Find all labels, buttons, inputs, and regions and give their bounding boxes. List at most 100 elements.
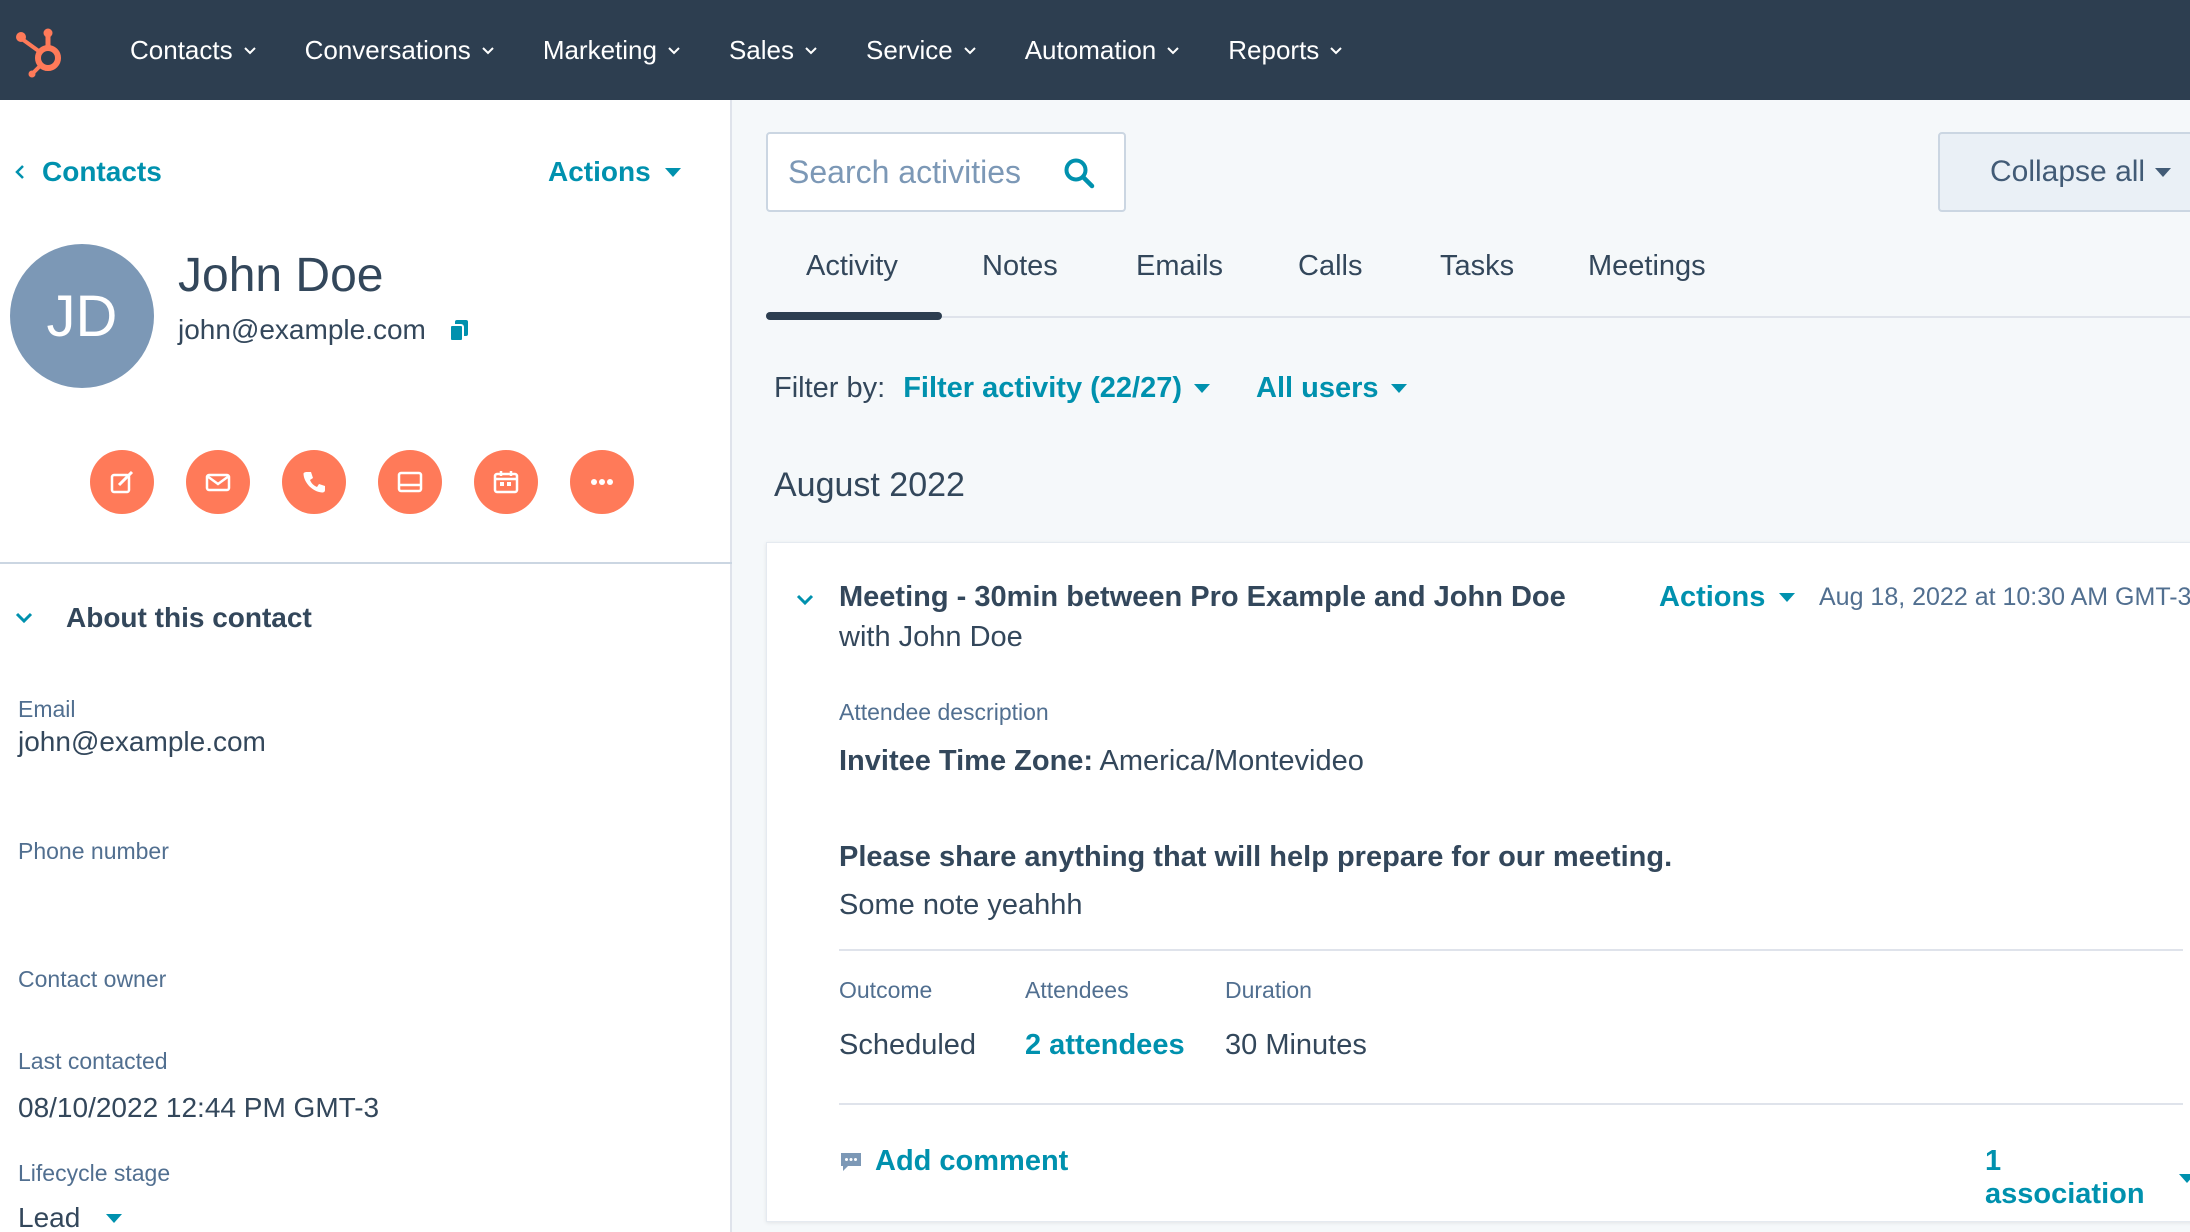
chevron-down-icon [668,47,680,55]
search-icon[interactable] [1062,156,1096,190]
chevron-down-icon [964,47,976,55]
duration-value[interactable]: 30 Minutes [1225,1029,1367,1062]
caret-down-icon [2155,167,2172,177]
card-actions-label: Actions [1659,581,1766,613]
avatar-initials: JD [46,283,118,349]
log-activity-button[interactable] [378,450,442,514]
nav-service[interactable]: Service [866,35,977,66]
prep-question: Please share anything that will help pre… [839,841,1673,873]
nav-marketing[interactable]: Marketing [543,35,681,66]
tab-activity[interactable]: Activity [806,250,898,283]
nav-label: Contacts [130,34,233,65]
nav-conversations[interactable]: Conversations [305,35,495,66]
timezone-value: America/Montevideo [1099,745,1364,777]
chevron-down-icon [1330,47,1343,55]
avatar[interactable]: JD [10,244,154,388]
nav-label: Automation [1024,34,1157,65]
add-comment-label: Add comment [875,1145,1069,1177]
caret-down-icon [106,1213,123,1223]
tab-tasks[interactable]: Tasks [1440,250,1514,283]
top-nav: Contacts Conversations Marketing Sales S… [0,0,2190,100]
tab-calls[interactable]: Calls [1298,250,1362,283]
collapse-all-button[interactable]: Collapse all [1938,132,2190,212]
copy-icon[interactable] [448,318,470,342]
nav-label: Conversations [304,34,471,65]
more-button[interactable] [570,450,634,514]
contact-actions-dropdown[interactable]: Actions [548,156,681,188]
nav-label: Reports [1228,34,1320,65]
back-link-label: Contacts [42,156,162,187]
last-contacted-value: 08/10/2022 12:44 PM GMT-3 [18,1092,380,1123]
divider [839,1103,2183,1105]
caret-down-icon [1390,384,1407,393]
chevron-left-icon [15,165,24,179]
log-icon [397,471,423,493]
about-section-toggle[interactable]: About this contact [14,602,312,634]
search-activities[interactable] [766,132,1126,212]
duration-label: Duration [1225,977,1312,1003]
comment-icon [841,1152,861,1171]
filter-activity-label: Filter activity (22/27) [903,372,1183,404]
contact-sidebar: Contacts Actions JD John Doe john@exampl… [0,100,732,1232]
meeting-date: Aug 18, 2022 at 10:30 AM GMT-3 [1819,583,2190,611]
meeting-card: Meeting - 30min between Pro Example and … [766,542,2190,1222]
caret-down-icon [1194,384,1211,393]
month-heading: August 2022 [774,466,965,504]
lifecycle-label: Lifecycle stage [18,1160,171,1186]
meeting-with: with John Doe [839,621,1023,653]
meeting-icon [493,471,519,494]
card-actions-dropdown[interactable]: Actions [1659,581,1796,614]
note-button[interactable] [90,450,154,514]
quick-actions [90,450,666,514]
hubspot-logo-icon[interactable] [14,22,70,78]
outcome-value[interactable]: Scheduled [839,1029,976,1062]
caret-down-icon [2179,1173,2190,1183]
actions-label: Actions [548,156,651,187]
association-dropdown[interactable]: 1 association [1985,1145,2190,1211]
email-label: Email [18,696,76,722]
contact-name: John Doe [178,249,384,302]
tab-notes[interactable]: Notes [982,250,1058,283]
chevron-down-icon[interactable] [795,593,815,607]
timezone-label: Invitee Time Zone: [839,745,1094,777]
attendees-link[interactable]: 2 attendees [1025,1029,1185,1062]
nav-label: Service [866,34,953,65]
add-comment-button[interactable]: Add comment [839,1145,1068,1178]
timezone-line: Invitee Time Zone: America/Montevideo [839,745,1364,778]
lifecycle-dropdown[interactable]: Lead [18,1202,123,1232]
email-icon [205,473,231,492]
chevron-down-icon [15,612,33,624]
nav-sales[interactable]: Sales [729,35,818,66]
nav-reports[interactable]: Reports [1228,35,1343,66]
email-value[interactable]: john@example.com [18,726,266,758]
contact-email-row: john@example.com [178,314,470,346]
association-label: 1 association [1985,1145,2145,1210]
phone-label: Phone number [18,838,169,864]
nav-label: Sales [728,34,795,65]
more-icon [591,479,613,485]
email-button[interactable] [186,450,250,514]
lifecycle-value: Lead [18,1202,81,1232]
tab-emails[interactable]: Emails [1136,250,1223,283]
attendees-label: Attendees [1025,977,1129,1003]
activity-tabs: Activity Notes Emails Calls Tasks Meetin… [766,240,2190,318]
nav-contacts[interactable]: Contacts [130,35,257,66]
outcome-label: Outcome [839,977,933,1003]
meeting-button[interactable] [474,450,538,514]
back-to-contacts-link[interactable]: Contacts [14,156,162,188]
call-icon [303,472,325,493]
filter-activity-dropdown[interactable]: Filter activity (22/27) [903,372,1211,405]
note-icon [110,470,134,494]
call-button[interactable] [282,450,346,514]
all-users-dropdown[interactable]: All users [1256,372,1407,405]
filter-label: Filter by: [774,372,886,404]
tab-meetings[interactable]: Meetings [1588,250,1706,283]
search-input[interactable] [788,153,1058,191]
chevron-down-icon [805,47,817,55]
chevron-down-icon [1167,47,1179,55]
attendee-description-label: Attendee description [839,699,1049,725]
last-contacted-label: Last contacted [18,1048,168,1074]
meeting-title[interactable]: Meeting - 30min between Pro Example and … [839,581,1566,614]
contact-email: john@example.com [178,314,426,345]
nav-automation[interactable]: Automation [1025,35,1181,66]
